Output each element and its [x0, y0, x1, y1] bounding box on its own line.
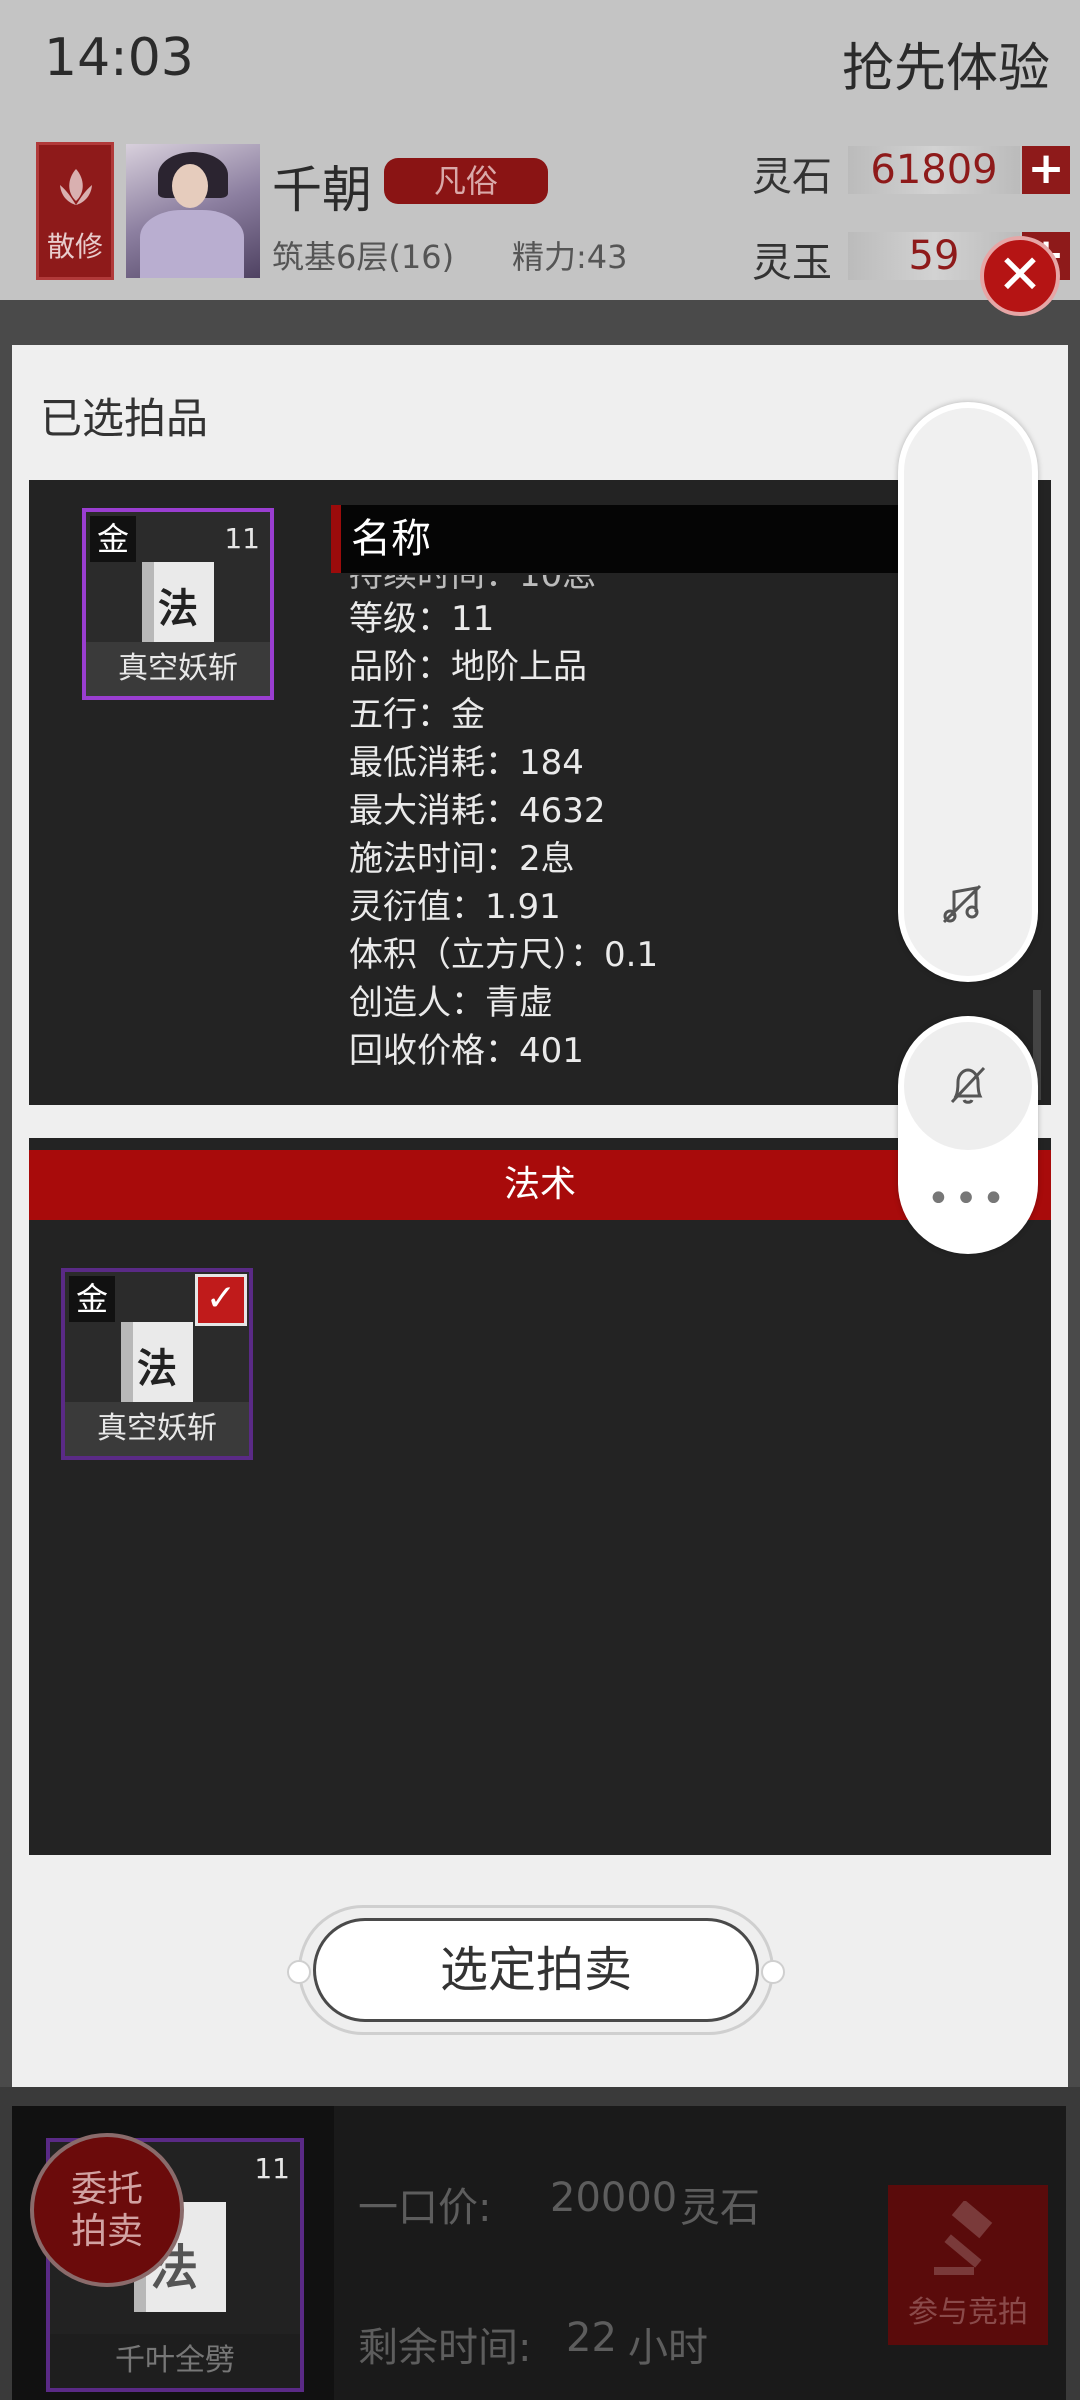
sect-badge[interactable]: 散修: [36, 142, 114, 280]
time-label: 剩余时间:: [358, 2325, 532, 2371]
attribute-row: 灵衍值：1.91: [349, 887, 561, 927]
status-time: 14:03: [44, 28, 194, 88]
scroll-book-icon: 法: [121, 1322, 193, 1402]
resource-label-spirit-jade: 灵玉: [752, 240, 832, 286]
attribute-row: 品阶：地阶上品: [349, 647, 587, 687]
lotus-icon: [60, 169, 92, 205]
item-element-tag: 金: [90, 516, 136, 562]
consign-auction-button[interactable]: 委托 拍卖: [30, 2133, 184, 2287]
attribute-row: 五行：金: [349, 695, 485, 735]
player-name: 千朝: [272, 161, 372, 219]
floating-controls: •••: [898, 1016, 1038, 1254]
attribute-row: 持续时间：10息: [349, 575, 597, 595]
attribute-row: 施法时间：2息: [349, 839, 575, 879]
time-value: 22: [566, 2315, 617, 2361]
item-element-tag: 金: [69, 1276, 115, 1322]
consign-label-line2: 拍卖: [70, 2211, 143, 2252]
attribute-row: 等级：11: [349, 599, 495, 639]
floating-panel[interactable]: [898, 402, 1038, 982]
selected-item-icon[interactable]: 金 11 法 真空妖斩: [82, 508, 274, 700]
bell-off-icon: [950, 1066, 986, 1104]
avatar-robe: [140, 210, 244, 278]
close-modal-button[interactable]: ✕: [980, 236, 1060, 316]
price-value: 20000: [550, 2175, 678, 2221]
attribute-row: 最大消耗：4632: [349, 791, 606, 831]
price-unit: 灵石: [680, 2185, 760, 2231]
item-level: 11: [224, 522, 260, 555]
bid-button-label: 参与竞拍: [908, 2295, 1028, 2330]
item-level: 11: [254, 2152, 290, 2185]
gavel-icon: [934, 2201, 993, 2275]
bid-button[interactable]: 参与竞拍: [888, 2185, 1048, 2345]
price-label: 一口价:: [358, 2185, 492, 2231]
sect-badge-label: 散修: [46, 230, 103, 263]
attribute-row: 最低消耗：184: [349, 743, 584, 783]
attribute-row: 回收价格：401: [349, 1031, 584, 1071]
early-access-label[interactable]: 抢先体验: [842, 26, 1050, 101]
music-off-icon[interactable]: [940, 882, 984, 926]
attribute-row: 体积（立方尺）：0.1: [349, 935, 659, 975]
attribute-row: 创造人：青虚: [349, 983, 553, 1023]
item-name: 千叶全劈: [50, 2334, 300, 2388]
player-energy: 精力:43: [512, 238, 628, 276]
time-unit: 小时: [628, 2325, 708, 2371]
attribute-list[interactable]: 持续时间：10息 等级：11 品阶：地阶上品 五行：金 最低消耗：184 最大消…: [349, 575, 909, 1095]
avatar-face: [172, 164, 208, 208]
resource-value-spirit-stone: 61809: [848, 146, 1020, 194]
modal-title: 已选拍品: [40, 394, 209, 443]
item-name: 真空妖斩: [86, 642, 270, 696]
more-icon[interactable]: •••: [898, 1176, 1038, 1222]
confirm-button-frame: 选定拍卖: [287, 1905, 785, 2035]
item-list-panel: 法术 金 法 真空妖斩 ✓: [29, 1138, 1051, 1855]
confirm-auction-button[interactable]: 选定拍卖: [313, 1918, 759, 2022]
detail-name-header: 名称: [331, 505, 911, 573]
bell-off-button[interactable]: [904, 1022, 1032, 1150]
avatar[interactable]: [126, 144, 260, 278]
list-item[interactable]: 金 法 真空妖斩 ✓: [61, 1268, 253, 1460]
frame-nub: [761, 1960, 785, 1984]
scroll-book-icon: 法: [142, 562, 214, 642]
checkmark-icon[interactable]: ✓: [195, 1274, 247, 1326]
consign-label-line1: 委托: [70, 2169, 143, 2210]
item-name: 真空妖斩: [65, 1402, 249, 1456]
rank-tag: 凡俗: [384, 158, 548, 204]
frame-nub: [287, 1960, 311, 1984]
player-realm: 筑基6层(16): [272, 238, 455, 276]
add-spirit-stone-button[interactable]: +: [1022, 146, 1070, 194]
resource-label-spirit-stone: 灵石: [752, 154, 832, 200]
